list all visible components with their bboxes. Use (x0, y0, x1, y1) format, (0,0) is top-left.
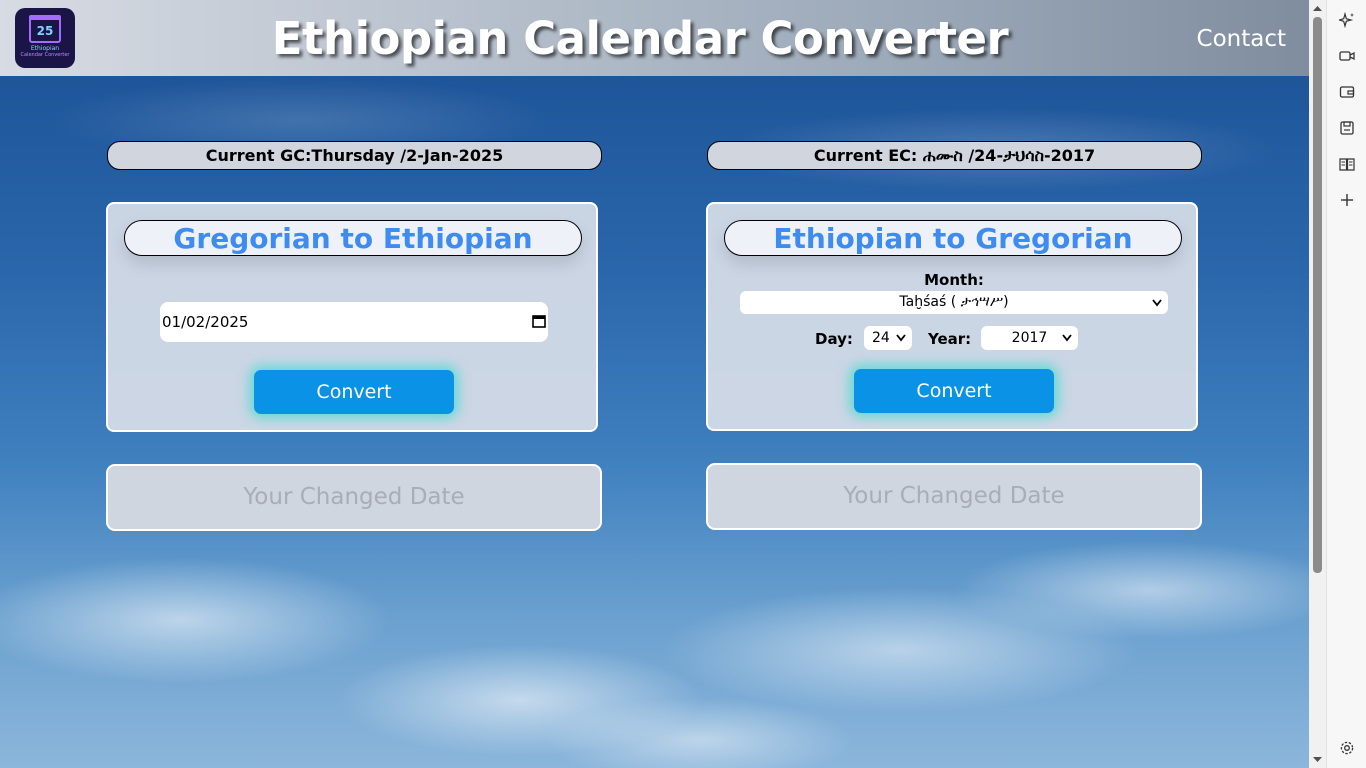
chevron-down-icon (896, 334, 906, 342)
video-icon[interactable] (1339, 48, 1355, 64)
settings-icon[interactable] (1339, 740, 1355, 756)
chevron-down-icon (1062, 334, 1072, 342)
chevron-down-icon (1152, 298, 1162, 306)
day-select[interactable]: 24 (864, 326, 912, 350)
gc-convert-button[interactable]: Convert (254, 370, 454, 414)
month-label: Month: (924, 271, 984, 289)
scroll-up-icon[interactable] (1313, 4, 1322, 13)
site-header: 25 Ethiopian Calendar Converter Ethiopia… (0, 0, 1309, 76)
day-select-value: 24 (872, 330, 890, 346)
year-label: Year: (928, 330, 972, 348)
gc-to-ec-title: Gregorian to Ethiopian (124, 220, 582, 256)
browser-side-panel (1326, 0, 1366, 768)
contact-link[interactable]: Contact (1197, 26, 1286, 52)
copilot-sparkle-icon[interactable] (1339, 12, 1355, 28)
ec-convert-button[interactable]: Convert (854, 369, 1054, 413)
save-icon[interactable] (1339, 120, 1355, 136)
current-gc-date: Current GC:Thursday /2-Jan-2025 (107, 141, 602, 170)
calendar-picker-icon[interactable] (532, 314, 546, 328)
day-label: Day: (815, 330, 853, 348)
ethiopian-to-gregorian-card: Ethiopian to Gregorian Month: Taḫśaś ( ታ… (706, 202, 1198, 431)
gregorian-to-ethiopian-card: Gregorian to Ethiopian 01/02/2025 Conver… (106, 202, 598, 432)
current-ec-date: Current EC: ሐሙስ /24-ታህሳስ-2017 (707, 141, 1202, 170)
year-select-value: 2017 (1011, 330, 1048, 346)
page-background: 25 Ethiopian Calendar Converter Ethiopia… (0, 0, 1309, 768)
gregorian-date-input[interactable]: 01/02/2025 (160, 302, 548, 342)
wallet-icon[interactable] (1339, 84, 1355, 100)
reader-icon[interactable] (1339, 156, 1355, 172)
add-icon[interactable] (1339, 192, 1355, 208)
year-select[interactable]: 2017 (981, 326, 1078, 350)
ec-to-gc-title: Ethiopian to Gregorian (724, 220, 1182, 256)
site-title: Ethiopian Calendar Converter (271, 12, 1009, 65)
scroll-down-icon[interactable] (1313, 755, 1322, 764)
date-input-value: 01/02/2025 (162, 313, 249, 331)
month-select[interactable]: Taḫśaś ( ታኅሣሥ) (740, 291, 1168, 314)
ec-result-box: Your Changed Date (706, 463, 1202, 530)
gc-result-box: Your Changed Date (106, 464, 602, 531)
page-scrollbar[interactable] (1309, 0, 1326, 768)
month-select-value: Taḫśaś ( ታኅሣሥ) (899, 294, 1009, 310)
scroll-thumb[interactable] (1313, 17, 1322, 573)
